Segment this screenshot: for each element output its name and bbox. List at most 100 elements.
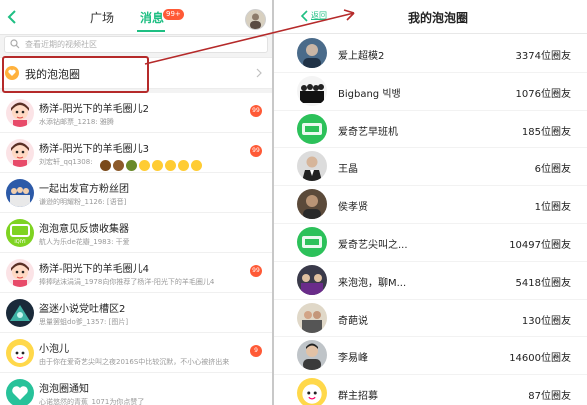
circle-list-item[interactable]: 奇葩说 130位圈友 <box>274 300 587 338</box>
chat-title: 泡泡意见反馈收集器 <box>39 224 129 235</box>
chat-list-item[interactable]: 泡泡圈通知心诺悠然的青蕉_1071为你点赞了 <box>0 373 272 405</box>
avatar <box>297 226 327 257</box>
search-bar[interactable]: 查看近期的视频社区 <box>4 36 268 53</box>
circle-name: 群主招募 <box>338 391 378 403</box>
avatar[interactable] <box>245 9 266 30</box>
member-count: 1076位圈友 <box>515 88 571 100</box>
chat-list: 杨洋-阳光下的羊毛圈儿2 水添钻邮票_1218: 雅腾 99 杨洋-阳光下的羊毛圈儿3… <box>0 93 272 405</box>
search-icon <box>10 39 20 49</box>
circle-name: 爱奇艺尖叫之... <box>338 239 408 251</box>
avatar <box>6 339 34 367</box>
chat-title: 一起出发官方粉丝团 <box>39 184 129 195</box>
circle-list-item[interactable]: 群主招募 87位圈友 <box>274 375 587 405</box>
avatar <box>6 379 34 405</box>
member-count: 14600位圈友 <box>509 353 571 365</box>
message-header: 广场 消息 99+ <box>0 0 272 35</box>
circle-list-item[interactable]: 爱上超模2 3374位圈友 <box>274 35 587 73</box>
member-count: 87位圈友 <box>528 391 571 403</box>
emoji-icon <box>100 160 111 171</box>
emoji-icon <box>139 160 150 171</box>
chat-list-item[interactable]: 杨洋-阳光下的羊毛圈儿2 水添钻邮票_1218: 雅腾 99 <box>0 93 272 133</box>
bubble-circle-header: 返回 我的泡泡圈 <box>274 0 587 34</box>
chat-list-item[interactable]: 小泡儿由于你在爱奇艺尖叫之夜2016S中比较沉默，不小心被挤出来 9 <box>0 333 272 373</box>
avatar <box>6 139 34 167</box>
chat-list-item[interactable]: 盗迷小说党吐槽区2 思量罢蛆do爹_1357: [图片] <box>0 293 272 333</box>
member-count: 5418位圈友 <box>515 277 571 289</box>
circle-list-item[interactable]: 爱奇艺尖叫之... 10497位圈友 <box>274 224 587 262</box>
chat-preview: 思量罢蛆do爹_1357: [图片] <box>39 318 129 326</box>
chat-preview: 航人为乐de花瓣_1983: 干爱 <box>39 238 130 246</box>
emoji-icon <box>126 160 137 171</box>
chat-preview: 由于你在爱奇艺尖叫之夜2016S中比较沉默，不小心被挤出来 <box>39 358 230 366</box>
chat-title: 泡泡圈通知 <box>39 384 89 395</box>
chevron-right-icon <box>256 68 263 78</box>
circle-list-item[interactable]: 李易峰 14600位圈友 <box>274 337 587 376</box>
tab-messages[interactable]: 消息 <box>140 9 164 26</box>
avatar <box>6 99 34 127</box>
avatar <box>297 113 327 144</box>
highlight-box <box>2 56 149 93</box>
active-tab-indicator <box>137 30 165 32</box>
circle-name: 爱上超模2 <box>338 51 385 62</box>
circle-list-item[interactable]: 侯孝贤 1位圈友 <box>274 186 587 224</box>
chat-list-item[interactable]: iQIYI 泡泡意见反馈收集器 航人为乐de花瓣_1983: 干爱 <box>0 213 272 253</box>
emoji-icon <box>178 160 189 171</box>
chat-list-item[interactable]: 一起出发官方粉丝团 谦逊的明耀粉_1126: [语音] <box>0 173 272 213</box>
emoji-row <box>100 155 204 174</box>
back-button[interactable]: 返回 <box>311 10 327 21</box>
avatar: iQIYI <box>6 219 34 247</box>
chat-preview: 刘宏轩_qq1308: <box>39 158 93 166</box>
member-count: 3374位圈友 <box>515 51 571 62</box>
chat-title: 小泡儿 <box>39 344 69 355</box>
chat-list-item[interactable]: 杨洋-阳光下的羊毛圈儿3 刘宏轩_qq1308: 99 <box>0 133 272 173</box>
member-count: 6位圈友 <box>534 164 571 176</box>
circle-name: Bigbang 빅뱅 <box>338 88 401 100</box>
avatar <box>297 151 327 182</box>
circle-name: 来泡泡，聊M... <box>338 277 407 289</box>
member-count: 185位圈友 <box>521 126 571 138</box>
unread-badge: 99 <box>250 105 262 117</box>
emoji-icon <box>113 160 124 171</box>
emoji-icon <box>191 160 202 171</box>
circle-name: 李易峰 <box>338 353 368 365</box>
circle-name: 奇葩说 <box>338 315 368 327</box>
circle-list-item[interactable]: Bigbang 빅뱅 1076位圈友 <box>274 73 587 111</box>
avatar <box>6 179 34 207</box>
avatar <box>297 340 327 371</box>
chat-title: 杨洋-阳光下的羊毛圈儿3 <box>39 144 149 155</box>
circle-list: 爱上超模2 3374位圈友 Bigbang 빅뱅 1076位圈友爱奇艺早班机 185位圈… <box>274 35 587 405</box>
page-title: 我的泡泡圈 <box>408 11 469 25</box>
emoji-icon <box>165 160 176 171</box>
avatar <box>297 38 327 68</box>
circle-list-item[interactable]: 来泡泡，聊M... 5418位圈友 <box>274 262 587 300</box>
chat-preview: 心诺悠然的青蕉_1071为你点赞了 <box>39 398 145 405</box>
unread-badge: 99 <box>250 145 262 157</box>
chat-preview: 捧捧哒沫涓涓_1978向你推荐了杨洋-阳光下的羊毛圈儿4 <box>39 278 215 286</box>
avatar <box>297 75 327 106</box>
circle-name: 王晶 <box>338 164 358 176</box>
avatar <box>297 264 327 295</box>
avatar <box>297 378 327 405</box>
member-count: 130位圈友 <box>521 315 571 327</box>
circle-name: 爱奇艺早班机 <box>338 126 398 138</box>
circle-list-item[interactable]: 爱奇艺早班机 185位圈友 <box>274 111 587 149</box>
chat-title: 杨洋-阳光下的羊毛圈儿4 <box>39 264 149 275</box>
member-count: 1位圈友 <box>534 202 571 214</box>
unread-badge: 99+ <box>163 9 184 20</box>
search-placeholder: 查看近期的视频社区 <box>25 40 97 49</box>
unread-badge: 9 <box>250 345 262 357</box>
bubble-circle-panel: 返回 我的泡泡圈 爱上超模2 3374位圈友 Bigbang 빅뱅 1076位圈友爱奇… <box>274 0 587 405</box>
chat-preview: 谦逊的明耀粉_1126: [语音] <box>39 198 127 206</box>
back-arrow-icon[interactable] <box>300 9 310 23</box>
back-arrow-icon[interactable] <box>5 9 19 25</box>
svg-text:iQIYI: iQIYI <box>14 239 25 245</box>
tab-square[interactable]: 广场 <box>90 9 114 26</box>
member-count: 10497位圈友 <box>509 239 571 251</box>
unread-badge: 99 <box>250 265 262 277</box>
chat-list-item[interactable]: 杨洋-阳光下的羊毛圈儿4 捧捧哒沫涓涓_1978向你推荐了杨洋-阳光下的羊毛圈儿4… <box>0 253 272 293</box>
circle-list-item[interactable]: 王晶 6位圈友 <box>274 148 587 187</box>
chat-preview: 水添钻邮票_1218: 雅腾 <box>39 118 114 126</box>
chat-title: 盗迷小说党吐槽区2 <box>39 304 126 315</box>
emoji-icon <box>152 160 163 171</box>
avatar <box>297 189 327 220</box>
